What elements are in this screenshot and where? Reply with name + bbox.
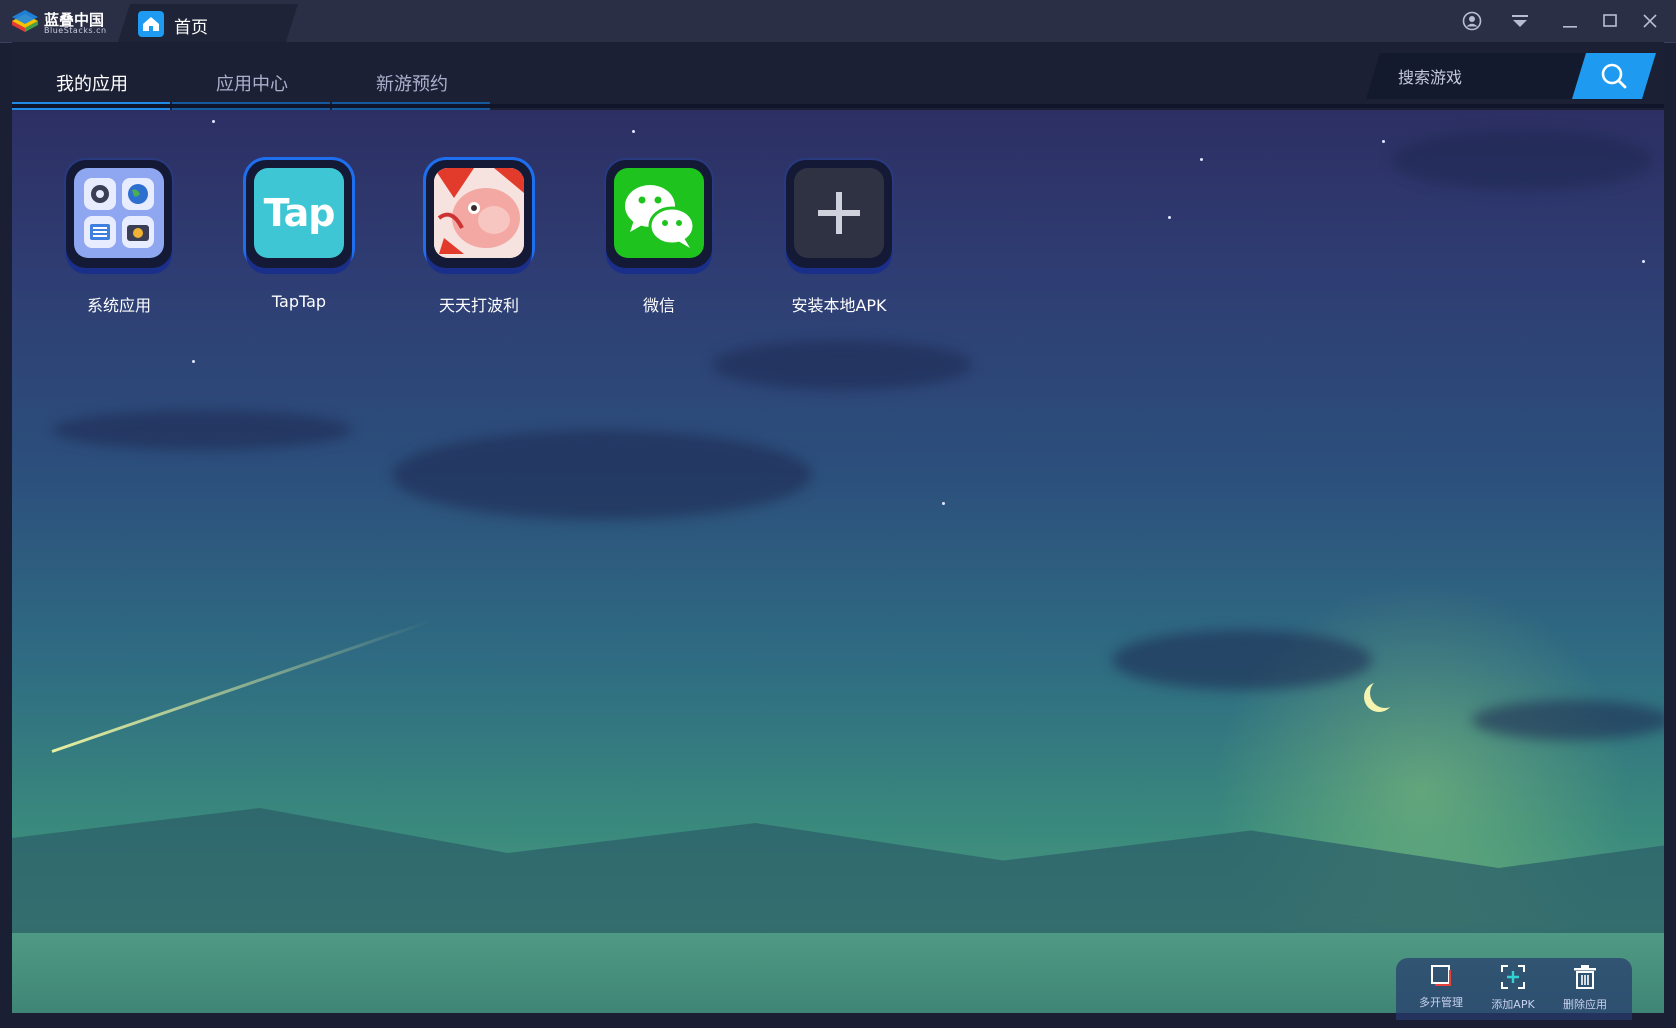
star xyxy=(192,360,195,363)
app-install-local-apk[interactable]: 安装本地APK xyxy=(774,160,904,316)
tab-home[interactable]: 首页 xyxy=(118,4,298,42)
cloud xyxy=(1392,130,1652,190)
tab-my-apps[interactable]: 我的应用 xyxy=(12,42,172,110)
cloud xyxy=(392,430,812,520)
taptap-icon: Tap xyxy=(254,168,344,258)
add-apk-label: 添加APK xyxy=(1491,998,1535,1011)
star xyxy=(212,120,215,123)
cloud xyxy=(712,340,972,390)
maximize-icon[interactable] xyxy=(1596,8,1624,34)
moon xyxy=(1370,678,1400,708)
cloud xyxy=(1112,630,1372,690)
menu-dropdown-icon[interactable] xyxy=(1506,8,1534,34)
multi-instance-icon xyxy=(1431,965,1451,986)
star xyxy=(632,130,635,133)
app-icon-frame xyxy=(426,160,532,268)
app-tiantian-dabolii[interactable]: 天天打波利 xyxy=(414,160,544,316)
star xyxy=(1382,140,1385,143)
cloud xyxy=(52,410,352,450)
bluestacks-logo-icon xyxy=(12,10,38,32)
app-icon-frame: Tap xyxy=(246,160,352,268)
title-bar: 蓝叠中国 BlueStacks.cn 首页 xyxy=(0,0,1676,43)
bottom-toolbar: 多开管理 添加APK 删除应用 xyxy=(1396,958,1632,1020)
search-input[interactable] xyxy=(1396,65,1570,89)
delete-app-label: 删除应用 xyxy=(1563,998,1607,1011)
taptap-icon-text: Tap xyxy=(263,191,336,235)
tab-new-game-reservation[interactable]: 新游预约 xyxy=(332,42,492,110)
multi-instance-button[interactable]: 多开管理 xyxy=(1406,964,1476,1010)
app-label: 安装本地APK xyxy=(791,296,887,315)
home-icon xyxy=(138,11,164,37)
app-system-apps[interactable]: 系统应用 xyxy=(54,160,184,316)
tab-my-apps-label: 我的应用 xyxy=(56,74,128,95)
search-icon xyxy=(1601,63,1627,89)
app-label: TapTap xyxy=(271,292,327,311)
multi-instance-label: 多开管理 xyxy=(1419,996,1463,1009)
tiantian-dabolii-icon xyxy=(434,168,524,258)
search-button[interactable] xyxy=(1572,53,1656,99)
minimize-icon[interactable] xyxy=(1556,8,1584,34)
system-apps-icon xyxy=(74,168,164,258)
star xyxy=(1168,216,1171,219)
app-icon-frame xyxy=(786,160,892,268)
account-icon[interactable] xyxy=(1458,8,1486,34)
delete-app-button[interactable]: 删除应用 xyxy=(1550,964,1620,1012)
app-label: 微信 xyxy=(642,296,675,315)
close-icon[interactable] xyxy=(1636,8,1664,34)
tab-new-game-reservation-label: 新游预约 xyxy=(376,74,448,95)
add-apk-icon xyxy=(1501,965,1525,989)
star xyxy=(1642,260,1645,263)
app-label: 天天打波利 xyxy=(438,296,519,315)
add-apk-button[interactable]: 添加APK xyxy=(1478,964,1548,1012)
nav-divider xyxy=(12,104,1664,108)
bluestacks-logo: 蓝叠中国 BlueStacks.cn xyxy=(10,8,120,36)
app-icon-frame xyxy=(606,160,712,268)
star xyxy=(1200,158,1203,161)
trash-icon xyxy=(1574,965,1596,989)
meteor xyxy=(51,619,431,753)
wechat-icon xyxy=(614,168,704,258)
app-label: 系统应用 xyxy=(86,296,151,315)
cloud xyxy=(1472,700,1664,740)
tab-app-center-label: 应用中心 xyxy=(216,74,288,95)
tab-app-center[interactable]: 应用中心 xyxy=(172,42,332,110)
logo-subtitle: BlueStacks.cn xyxy=(44,26,107,35)
app-taptap[interactable]: Tap TapTap xyxy=(234,160,364,311)
plus-icon xyxy=(794,168,884,258)
tab-home-label: 首页 xyxy=(174,18,208,38)
star xyxy=(942,502,945,505)
app-icon-frame xyxy=(66,160,172,268)
app-wechat[interactable]: 微信 xyxy=(594,160,724,316)
